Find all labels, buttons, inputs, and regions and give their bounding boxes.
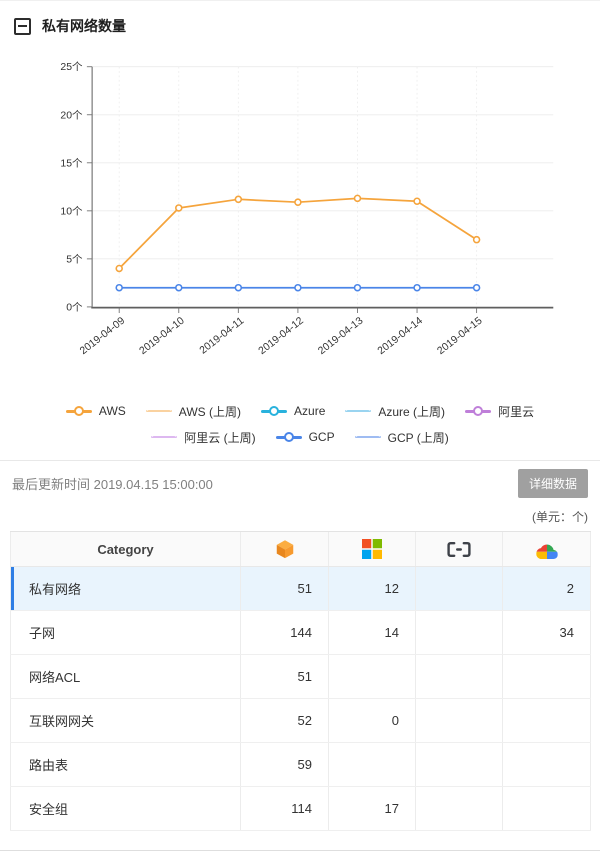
legend-label: 阿里云: [498, 403, 534, 420]
row-value: [503, 787, 591, 831]
legend-item-6[interactable]: GCP: [276, 430, 335, 444]
svg-text:2019-04-14: 2019-04-14: [376, 315, 425, 357]
legend-item-2[interactable]: Azure: [261, 404, 325, 418]
row-value: [416, 787, 503, 831]
alibaba-cloud-icon: [417, 533, 501, 565]
legend-item-3[interactable]: Azure (上周): [345, 403, 445, 420]
svg-text:5个: 5个: [66, 253, 83, 265]
row-value: 52: [241, 699, 329, 743]
row-value: [503, 743, 591, 787]
svg-text:2019-04-13: 2019-04-13: [316, 315, 365, 357]
panel-title: 私有网络数量: [42, 16, 126, 36]
microsoft-column-header: [329, 532, 416, 567]
row-value: [416, 655, 503, 699]
row-value: [416, 567, 503, 611]
svg-text:20个: 20个: [60, 109, 83, 121]
row-value: 34: [503, 611, 591, 655]
legend-marker-line-icon: [66, 404, 92, 418]
table-row[interactable]: 路由表59: [11, 743, 591, 787]
table-row[interactable]: 网络ACL51: [11, 655, 591, 699]
row-value: [329, 655, 416, 699]
row-value: 12: [329, 567, 416, 611]
minus-icon: [18, 25, 27, 27]
legend-marker-dash-icon: [355, 430, 381, 444]
svg-text:0个: 0个: [66, 301, 83, 313]
row-value: 51: [241, 655, 329, 699]
legend-item-5[interactable]: 阿里云 (上周): [151, 429, 255, 446]
row-value: [503, 699, 591, 743]
row-value: 2: [503, 567, 591, 611]
row-value: [329, 743, 416, 787]
table-row[interactable]: 私有网络5112 2: [11, 567, 591, 611]
legend-row: AWS AWS (上周) Azure Azure (上周) 阿里云: [0, 398, 600, 424]
svg-text:2019-04-10: 2019-04-10: [138, 315, 187, 357]
svg-text:10个: 10个: [60, 205, 83, 217]
legend-label: Azure (上周): [378, 403, 445, 420]
aws-icon: [242, 533, 327, 565]
table-row[interactable]: 互联网网关520: [11, 699, 591, 743]
row-value: [416, 611, 503, 655]
aws-column-header: [241, 532, 329, 567]
svg-text:2019-04-09: 2019-04-09: [78, 315, 127, 357]
row-value: [416, 743, 503, 787]
row-category: 私有网络: [11, 567, 241, 611]
legend-marker-line-icon: [261, 404, 287, 418]
provider-table: Category: [10, 531, 591, 831]
legend-item-4[interactable]: 阿里云: [465, 403, 534, 420]
legend-item-7[interactable]: GCP (上周): [355, 429, 449, 446]
row-category: 路由表: [11, 743, 241, 787]
row-value: 59: [241, 743, 329, 787]
google-cloud-icon: [504, 533, 589, 565]
gcp-column-header: [503, 532, 591, 567]
row-value: 114: [241, 787, 329, 831]
legend-marker-dash-icon: [151, 430, 177, 444]
legend-marker-line-icon: [276, 430, 302, 444]
legend-item-0[interactable]: AWS: [66, 404, 126, 418]
row-value: [416, 699, 503, 743]
legend-label: Azure: [294, 404, 325, 418]
microsoft-icon: [330, 533, 414, 565]
row-value: 144: [241, 611, 329, 655]
row-value: 14: [329, 611, 416, 655]
row-category: 互联网网关: [11, 699, 241, 743]
row-value: [503, 655, 591, 699]
legend-label: GCP (上周): [388, 429, 449, 446]
svg-text:2019-04-15: 2019-04-15: [436, 315, 485, 357]
legend-marker-dash-icon: [146, 404, 172, 418]
legend-label: AWS: [99, 404, 126, 418]
svg-text:2019-04-11: 2019-04-11: [198, 315, 246, 356]
row-category: 安全组: [11, 787, 241, 831]
svg-text:25个: 25个: [60, 61, 83, 73]
svg-text:2019-04-12: 2019-04-12: [257, 315, 306, 357]
chart-legend: AWS AWS (上周) Azure Azure (上周) 阿里云阿里云 (上周) GCP…: [0, 396, 600, 460]
row-category: 网络ACL: [11, 655, 241, 699]
legend-marker-dash-icon: [345, 404, 371, 418]
legend-label: 阿里云 (上周): [184, 429, 255, 446]
alibaba-column-header: [416, 532, 503, 567]
svg-text:15个: 15个: [60, 157, 83, 169]
line-chart: 0个 5个 10个 15个 20个 25个 2019-04-09 2019-04-10 2019…: [0, 51, 600, 396]
update-row: 最后更新时间 2019.04.15 15:00:00 详细数据: [0, 461, 600, 506]
legend-marker-line-icon: [465, 404, 491, 418]
legend-item-1[interactable]: AWS (上周): [146, 403, 241, 420]
table-row[interactable]: 安全组11417: [11, 787, 591, 831]
category-header: Category: [11, 532, 241, 567]
row-value: 17: [329, 787, 416, 831]
legend-label: GCP: [309, 430, 335, 444]
collapse-button[interactable]: [14, 18, 31, 35]
panel-header: 私有网络数量: [0, 1, 600, 51]
row-value: 0: [329, 699, 416, 743]
unit-note: (单元：个): [0, 506, 600, 531]
legend-row: 阿里云 (上周) GCP GCP (上周): [0, 424, 600, 450]
last-update-text: 最后更新时间 2019.04.15 15:00:00: [12, 474, 213, 493]
row-category: 子网: [11, 611, 241, 655]
row-value: 51: [241, 567, 329, 611]
table-row[interactable]: 子网14414 34: [11, 611, 591, 655]
table-header-row: Category: [11, 532, 591, 567]
detail-data-button[interactable]: 详细数据: [518, 469, 588, 498]
legend-label: AWS (上周): [179, 403, 241, 420]
private-network-panel: 私有网络数量 0个 5个 10个 15个 20个 25个 2019-04-09 2019-04…: [0, 0, 600, 851]
